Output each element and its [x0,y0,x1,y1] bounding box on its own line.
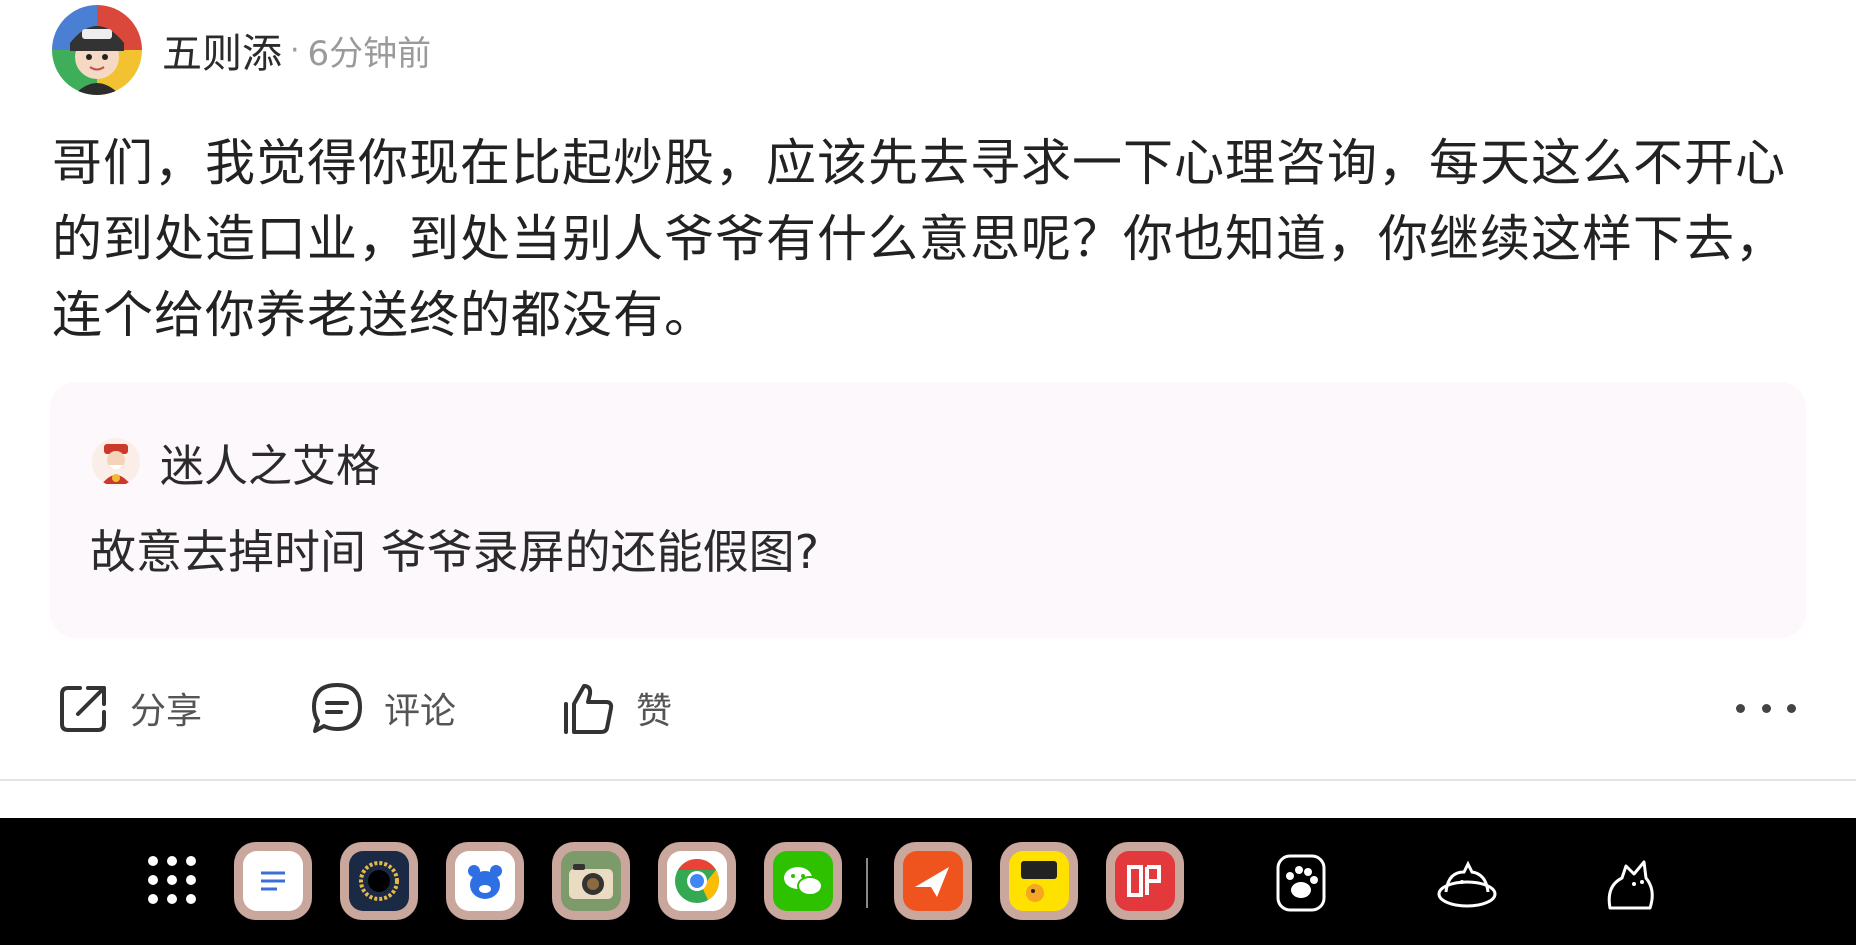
cat-app-icon[interactable] [1596,848,1666,918]
comment-label: 评论 [384,691,457,732]
grid-dot [167,894,177,904]
camera-icon [569,864,613,899]
god-of-wealth-icon [102,444,130,484]
like-label: 赞 [636,691,673,732]
action-bar: 分享 评论 赞 [52,676,1812,740]
share-icon [60,686,106,732]
grid-dot [186,875,196,885]
grid-dot [167,875,177,885]
grid-dot [148,894,158,904]
paper-plane-icon [915,867,949,897]
share-label: 分享 [130,691,203,732]
author-row: 五则添 · 6分钟前 [52,4,431,96]
grid-dot [186,894,196,904]
author-name[interactable]: 五则添 [162,21,282,79]
cat-bowl-app-icon[interactable] [1432,848,1502,918]
taskbar-separator [866,858,868,908]
more-options-icon[interactable] [1736,690,1796,726]
wechat-app-icon[interactable] [764,842,842,920]
paw-icon [1276,854,1326,912]
post-card: 五则添 · 6分钟前 哥们，我觉得你现在比起炒股，应该先去寻求一下心理咨询，每天… [0,0,1856,780]
more-dot [1787,703,1796,713]
comment-icon [312,683,362,733]
jd-app-icon[interactable] [1106,842,1184,920]
bear-icon [468,865,502,899]
more-dot [1761,703,1771,713]
thumbs-up-icon [564,684,614,734]
app-drawer-icon[interactable] [148,856,196,904]
quote-text: 故意去掉时间 爷爷录屏的还能假图? [90,525,820,579]
lens-icon [359,861,399,901]
post-body: 哥们，我觉得你现在比起炒股，应该先去寻求一下心理咨询，每天这么不开心的到处造口业… [52,134,1786,344]
divider [0,779,1856,781]
wechat-icon [784,867,823,896]
feishu-app-icon[interactable] [894,842,972,920]
post-timestamp: 6分钟前 [307,33,432,74]
retro-camera-app-icon[interactable] [552,842,630,920]
grid-dot [186,856,196,866]
paw-app-icon[interactable] [1266,848,1336,918]
jd-logo-icon [1127,865,1161,897]
quote-header: 迷人之艾格 [92,430,380,494]
chrome-icon [675,859,719,903]
quote-author-avatar[interactable] [92,438,140,486]
avatar-illustration-icon [70,26,124,95]
more-dot [1736,703,1745,713]
notes-icon [261,871,285,891]
chrome-app-icon[interactable] [658,842,736,920]
comment-button[interactable]: 评论 [308,676,456,740]
grid-dot [148,856,158,866]
author-avatar[interactable] [52,5,142,95]
baidu-netdisk-app-icon[interactable] [446,842,524,920]
share-button[interactable]: 分享 [56,676,202,740]
xianyu-fish-icon [1021,861,1057,902]
grid-dot [167,856,177,866]
quote-author-name[interactable]: 迷人之艾格 [160,430,380,494]
cat-in-bowl-icon [1437,860,1497,908]
taskbar [0,818,1856,945]
grid-dot [148,875,158,885]
quoted-post[interactable]: 迷人之艾格 故意去掉时间 爷爷录屏的还能假图? [50,382,1806,638]
notes-app-icon[interactable] [234,842,312,920]
camera-lens-app-icon[interactable] [340,842,418,920]
like-button[interactable]: 赞 [558,676,672,740]
meta-separator: · [290,32,300,68]
cat-icon [1607,860,1654,910]
xianyu-app-icon[interactable] [1000,842,1078,920]
